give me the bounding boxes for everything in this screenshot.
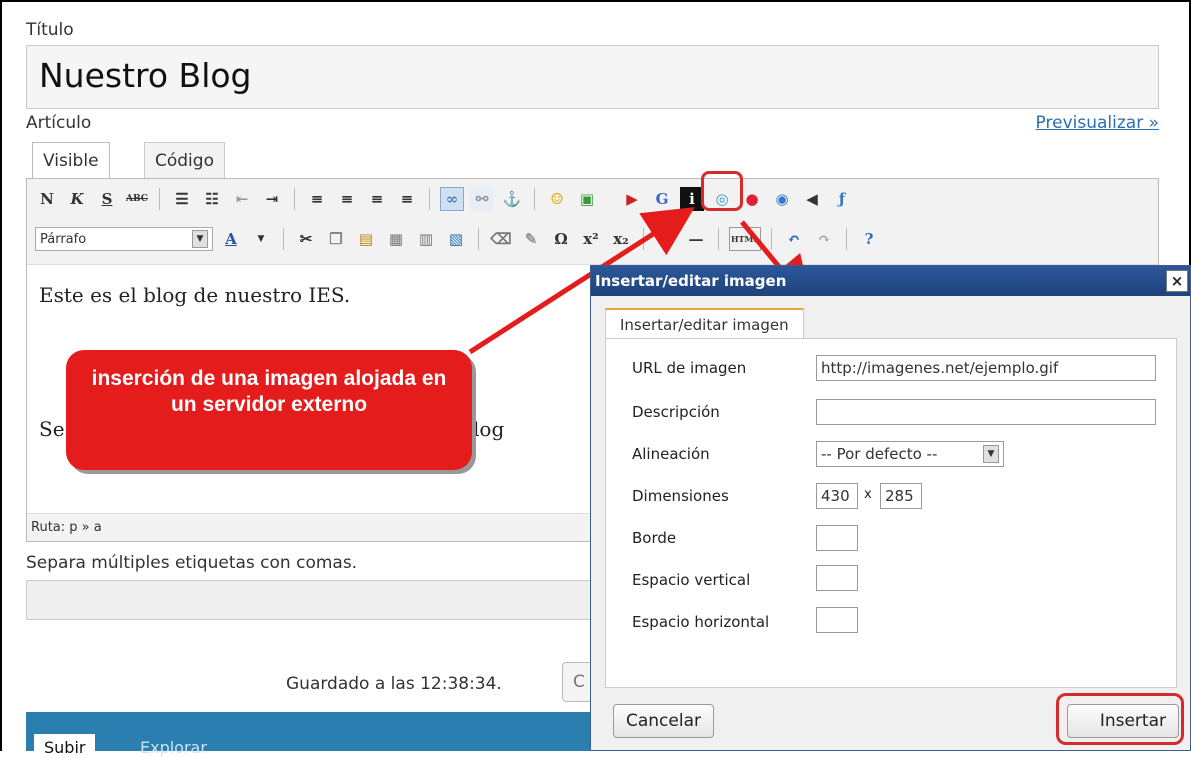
tab-visible[interactable]: Visible	[32, 142, 110, 178]
google-icon[interactable]: G	[650, 187, 674, 211]
toolbar-separator	[846, 228, 847, 250]
emoticon-icon[interactable]: ☺	[545, 187, 569, 211]
align-left-icon[interactable]: ≡	[305, 187, 329, 211]
bold-button[interactable]: N	[35, 187, 59, 211]
toolbar-separator	[159, 188, 160, 210]
cancel-button[interactable]: Cancelar	[613, 704, 714, 738]
format-select[interactable]: Párrafo ▼	[35, 227, 213, 251]
toolbar-separator	[429, 188, 430, 210]
insert-button-highlight	[1056, 693, 1184, 745]
paste-word-icon[interactable]: ▥	[414, 227, 438, 251]
vspace-label: Espacio vertical	[632, 571, 751, 589]
vspace-input[interactable]	[816, 565, 858, 591]
horizontal-rule-icon[interactable]: —	[684, 227, 708, 251]
editor-line-1[interactable]: Este es el blog de nuestro IES.	[39, 283, 350, 307]
html-button[interactable]: HTML	[729, 227, 761, 251]
chevron-down-icon[interactable]: ▼	[983, 445, 999, 463]
italic-button[interactable]: K	[65, 187, 89, 211]
alignment-select[interactable]: -- Por defecto -- ▼	[816, 441, 1004, 467]
paste-word-doc-icon[interactable]: ▧	[444, 227, 468, 251]
toolbar-row-2: Párrafo ▼ A ▼ ✂ ❐ ▤ ▦ ▥ ▧ ⌫ ✎ Ω x² x₂ ⊟ …	[35, 223, 881, 255]
toolbar-separator	[283, 228, 284, 250]
undo-icon[interactable]: ↶	[782, 227, 806, 251]
toolbar-separator	[718, 228, 719, 250]
format-select-value: Párrafo	[40, 231, 87, 247]
dialog-tab-general[interactable]: Insertar/editar imagen	[605, 308, 804, 338]
strikethrough-button[interactable]: ABC	[125, 187, 149, 211]
toolbar-separator	[294, 188, 295, 210]
toolbar-separator	[478, 228, 479, 250]
tab-upload[interactable]: Subir	[34, 734, 96, 758]
page-break-icon[interactable]: ⊟	[654, 227, 678, 251]
flash-icon[interactable]: ƒ	[830, 187, 854, 211]
numbered-list-icon[interactable]: ☷	[200, 187, 224, 211]
title-input[interactable]: Nuestro Blog	[26, 45, 1159, 109]
dialog-panel: URL de imagen http://imagenes.net/ejempl…	[605, 338, 1177, 688]
chevron-down-icon[interactable]: ▼	[249, 227, 273, 251]
underline-button[interactable]: S	[95, 187, 119, 211]
width-input[interactable]: 430	[816, 483, 858, 509]
align-justify-icon[interactable]: ≡	[395, 187, 419, 211]
chevron-down-icon[interactable]: ▼	[192, 230, 208, 248]
unlink-icon[interactable]: ⚯	[470, 187, 494, 211]
insert-image-highlight	[701, 171, 743, 211]
outdent-icon[interactable]: ⇤	[230, 187, 254, 211]
anchor-icon[interactable]: ⚓	[500, 187, 524, 211]
text-color-button[interactable]: A	[219, 227, 243, 251]
align-center-icon[interactable]: ≡	[335, 187, 359, 211]
alignment-label: Alineación	[632, 445, 710, 463]
tags-label: Separa múltiples etiquetas con comas.	[26, 553, 358, 573]
title-label: Título	[26, 20, 74, 40]
insert-image-icon[interactable]: ▣	[575, 187, 599, 211]
cleanup-icon[interactable]: ✎	[519, 227, 543, 251]
url-input[interactable]: http://imagenes.net/ejemplo.gif	[816, 355, 1156, 381]
cut-icon[interactable]: ✂	[294, 227, 318, 251]
saved-status: Guardado a las 12:38:34.	[286, 674, 502, 694]
toolbar-separator	[643, 228, 644, 250]
hspace-label: Espacio horizontal	[632, 613, 770, 631]
paste-icon[interactable]: ▤	[354, 227, 378, 251]
redo-icon[interactable]: ↷	[812, 227, 836, 251]
toolbar-separator	[534, 188, 535, 210]
copy-icon[interactable]: ❐	[324, 227, 348, 251]
height-input[interactable]: 285	[880, 483, 922, 509]
indent-icon[interactable]: ⇥	[260, 187, 284, 211]
tab-explore[interactable]: Explorar	[130, 734, 217, 758]
article-label: Artículo	[26, 113, 92, 133]
tab-code[interactable]: Código	[144, 142, 225, 178]
editor-line-2-end[interactable]: log	[473, 417, 504, 441]
audio-icon[interactable]: ◀	[800, 187, 824, 211]
preview-link[interactable]: Previsualizar »	[1036, 113, 1159, 133]
help-icon[interactable]: ?	[857, 227, 881, 251]
description-label: Descripción	[632, 403, 720, 421]
youtube-icon[interactable]: ▶	[620, 187, 644, 211]
superscript-icon[interactable]: x²	[579, 227, 603, 251]
toolbar-separator	[771, 228, 772, 250]
dialog-title: Insertar/editar imagen	[591, 266, 1190, 296]
border-label: Borde	[632, 529, 677, 547]
insert-image-dialog: Insertar/editar imagen × Insertar/editar…	[590, 265, 1191, 751]
subscript-icon[interactable]: x₂	[609, 227, 633, 251]
eraser-icon[interactable]: ⌫	[489, 227, 513, 251]
media-icon[interactable]: ◉	[770, 187, 794, 211]
annotation-callout: inserción de una imagen alojada en un se…	[66, 350, 472, 470]
paste-text-icon[interactable]: ▦	[384, 227, 408, 251]
close-icon[interactable]: ×	[1166, 270, 1188, 292]
dimensions-x-label: x	[864, 487, 872, 502]
editor-line-2-start[interactable]: Se	[39, 417, 65, 441]
url-label: URL de imagen	[632, 359, 747, 377]
border-input[interactable]	[816, 525, 858, 551]
description-input[interactable]	[816, 399, 1156, 425]
dimensions-label: Dimensiones	[632, 487, 729, 505]
special-char-button[interactable]: Ω	[549, 227, 573, 251]
link-icon[interactable]: ∞	[440, 187, 464, 211]
alignment-value: -- Por defecto --	[821, 445, 938, 463]
record-icon[interactable]: ●	[740, 187, 764, 211]
align-right-icon[interactable]: ≡	[365, 187, 389, 211]
hspace-input[interactable]	[816, 607, 858, 633]
bullet-list-icon[interactable]: ☰	[170, 187, 194, 211]
editor-toolbar: N K S ABC ☰ ☷ ⇤ ⇥ ≡ ≡ ≡ ≡ ∞ ⚯ ⚓ ☺ ▣ ▶ G …	[27, 171, 1158, 265]
